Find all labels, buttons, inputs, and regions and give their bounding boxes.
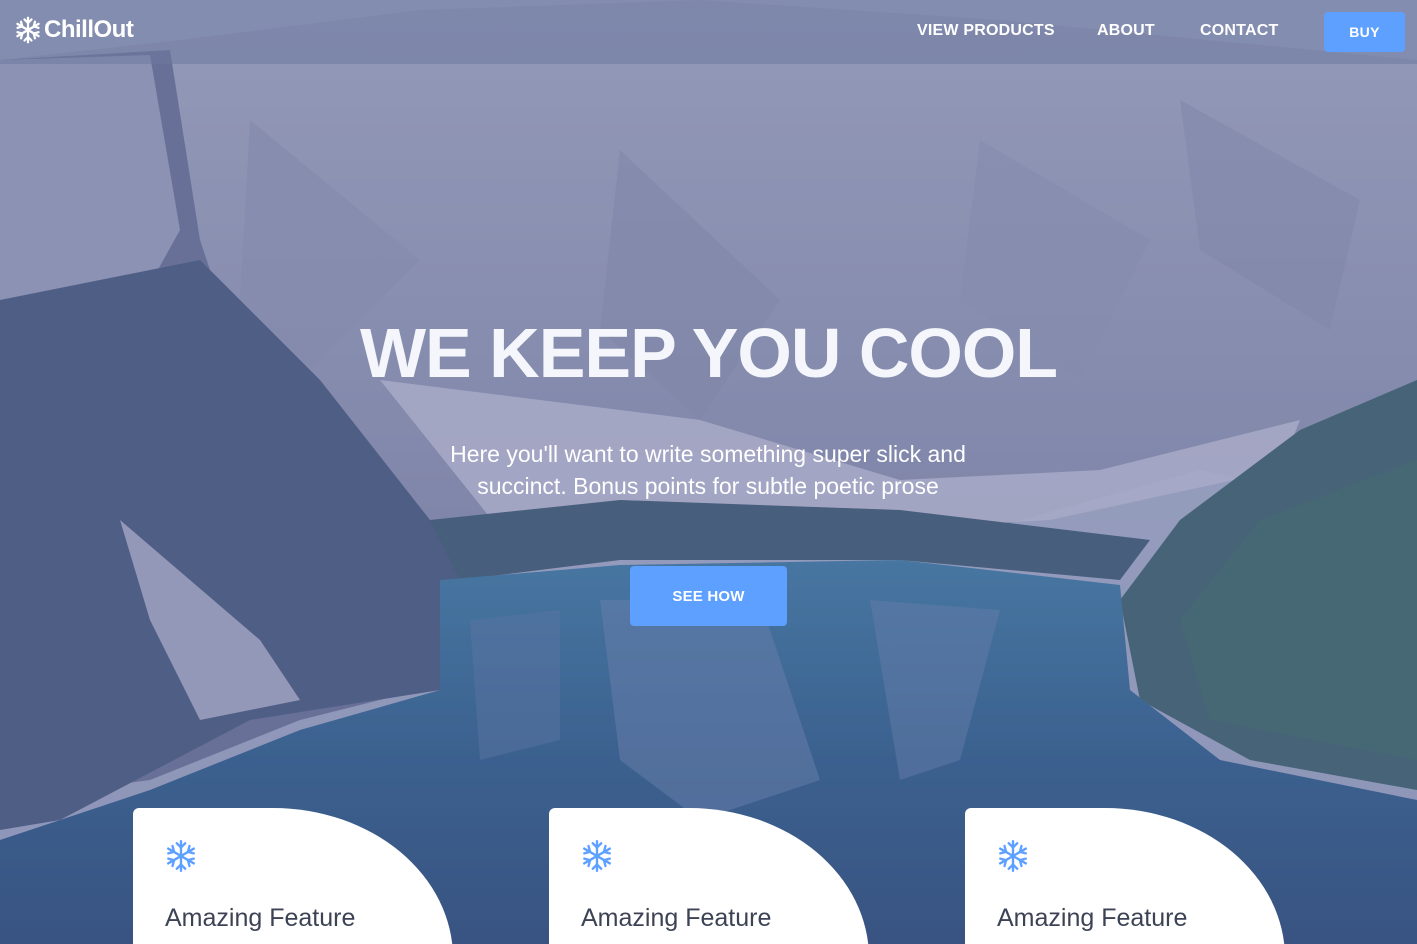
- brand-logo[interactable]: ChillOut: [14, 15, 134, 45]
- snowflake-icon: [998, 839, 1028, 873]
- feature-card-title: Amazing Feature: [581, 904, 772, 932]
- feature-card-title: Amazing Feature: [997, 904, 1188, 932]
- nav-link-about[interactable]: ABOUT: [1097, 22, 1155, 40]
- hero-title: WE KEEP YOU COOL: [359, 314, 1058, 392]
- buy-button[interactable]: BUY: [1324, 12, 1405, 52]
- snowflake-icon: [16, 16, 40, 44]
- nav-link-view-products[interactable]: VIEW PRODUCTS: [917, 22, 1055, 40]
- hero-subtitle: Here you'll want to write something supe…: [450, 441, 966, 499]
- brand-name: ChillOut: [44, 16, 134, 43]
- nav-link-contact[interactable]: CONTACT: [1200, 22, 1278, 40]
- snowflake-icon: [582, 839, 612, 873]
- see-how-button[interactable]: SEE HOW: [630, 566, 787, 626]
- feature-card-title: Amazing Feature: [165, 904, 356, 932]
- landing-page: ChillOut VIEW PRODUCTS ABOUT CONTACT BUY…: [0, 0, 1417, 944]
- top-navigation-bar: ChillOut VIEW PRODUCTS ABOUT CONTACT BUY: [0, 0, 1417, 64]
- snowflake-icon: [166, 839, 196, 873]
